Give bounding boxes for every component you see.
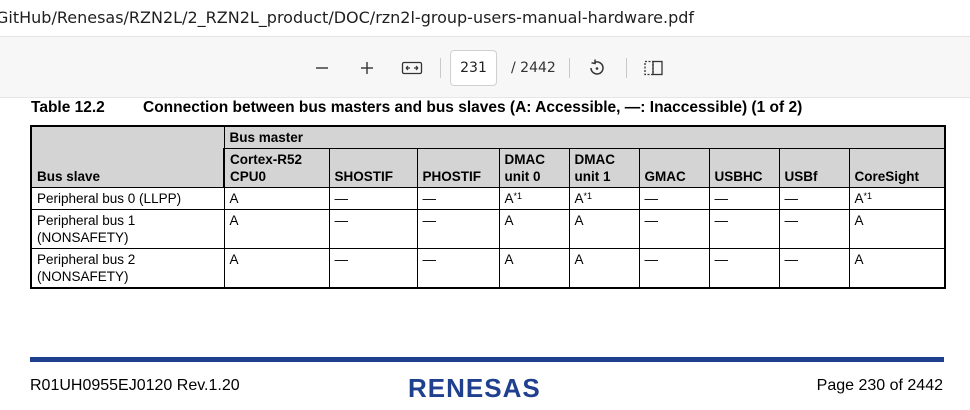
footnote-marker: *1: [583, 191, 593, 201]
access-cell: A: [848, 209, 947, 249]
document-id: R01UH0955EJ0120 Rev.1.20: [30, 377, 240, 394]
fit-width-button[interactable]: [397, 53, 427, 83]
table-row: Peripheral bus 0 (LLPP) A — — A*1 A*1— — — A*1: [30, 187, 947, 210]
access-cell: A: [568, 248, 640, 289]
fit-width-icon: [401, 61, 423, 75]
column-header: USBf: [778, 148, 850, 188]
rotate-icon: [590, 59, 604, 75]
access-cell: —: [708, 209, 780, 249]
access-cell: —: [416, 209, 500, 249]
bus-master-header: Bus master: [223, 125, 947, 149]
table-body: Peripheral bus 0 (LLPP) A — — A*1 A*1— — — A*1 Pe…: [30, 187, 947, 289]
bus-slave-cell: Peripheral bus 2 (NONSAFETY): [30, 248, 225, 289]
toolbar-separator: [569, 58, 570, 78]
table-title: Connection between bus masters and bus s…: [143, 99, 803, 116]
access-cell: A: [568, 209, 640, 249]
bus-slave-header: Bus slave: [30, 125, 225, 188]
table-row: Peripheral bus 2 (NONSAFETY) A — — A A — — — A: [30, 248, 947, 289]
access-cell: A*1: [568, 187, 640, 210]
access-cell: A: [498, 248, 570, 289]
two-page-view-icon: [644, 60, 663, 76]
renesas-logo: RENESAS: [408, 373, 568, 410]
column-header: CoreSight: [848, 148, 947, 188]
column-header: SHOSTIF: [328, 148, 418, 188]
minus-icon: [316, 67, 328, 69]
table-caption: Table 12.2 Connection between bus masters…: [31, 99, 802, 117]
access-cell: A: [223, 248, 330, 289]
access-cell: —: [328, 187, 418, 210]
footnote-marker: *1: [863, 191, 873, 201]
access-cell: —: [778, 187, 850, 210]
page-total-label: / 2442: [511, 60, 556, 76]
access-cell: —: [708, 187, 780, 210]
access-cell: —: [638, 187, 710, 210]
bus-slave-cell: Peripheral bus 1 (NONSAFETY): [30, 209, 225, 249]
access-cell: —: [328, 248, 418, 289]
title-bar: GitHub/Renesas/RZN2L/2_RZN2L_product/DOC…: [0, 0, 970, 36]
access-cell: A*1: [848, 187, 947, 210]
bus-connection-table: Bus slave Bus master Cortex-R52 CPU0 SHOST…: [30, 125, 947, 289]
toolbar-separator: [440, 58, 441, 78]
access-cell: —: [328, 209, 418, 249]
renesas-logo-mark: RENESAS: [408, 373, 541, 403]
access-cell: A*1: [498, 187, 570, 210]
column-header: GMAC: [638, 148, 710, 188]
zoom-in-button[interactable]: [352, 53, 382, 83]
access-cell: A: [848, 248, 947, 289]
column-header: PHOSTIF: [416, 148, 500, 188]
table-number: Table 12.2: [31, 99, 105, 116]
pdf-page-viewport[interactable]: Table 12.2 Connection between bus masters…: [0, 98, 970, 403]
two-page-view-button[interactable]: [639, 53, 669, 83]
access-cell: —: [638, 209, 710, 249]
access-cell: A: [223, 209, 330, 249]
footer-rule: [30, 357, 944, 362]
document-path: GitHub/Renesas/RZN2L/2_RZN2L_product/DOC…: [0, 8, 695, 27]
column-header: Cortex-R52 CPU0: [223, 148, 330, 188]
access-cell: —: [778, 248, 850, 289]
access-cell: —: [638, 248, 710, 289]
access-cell: A: [498, 209, 570, 249]
zoom-out-button[interactable]: [307, 53, 337, 83]
table-row: Peripheral bus 1 (NONSAFETY) A — — A A — — — A: [30, 209, 947, 249]
footnote-marker: *1: [513, 191, 523, 201]
pdf-toolbar: 231 / 2442: [0, 36, 970, 98]
column-header: DMAC unit 1: [568, 148, 640, 188]
rotate-button[interactable]: [582, 53, 612, 83]
page-label: Page 230 of 2442: [816, 377, 943, 394]
column-header: USBHC: [708, 148, 780, 188]
plus-icon: [361, 62, 373, 74]
page-number-input[interactable]: 231: [450, 50, 497, 86]
svg-text:RENESAS: RENESAS: [408, 373, 541, 403]
access-cell: —: [416, 187, 500, 210]
toolbar-separator: [626, 58, 627, 78]
access-cell: —: [708, 248, 780, 289]
column-header: DMAC unit 0: [498, 148, 570, 188]
access-cell: —: [416, 248, 500, 289]
access-cell: A: [223, 187, 330, 210]
access-cell: —: [778, 209, 850, 249]
bus-slave-cell: Peripheral bus 0 (LLPP): [30, 187, 225, 210]
